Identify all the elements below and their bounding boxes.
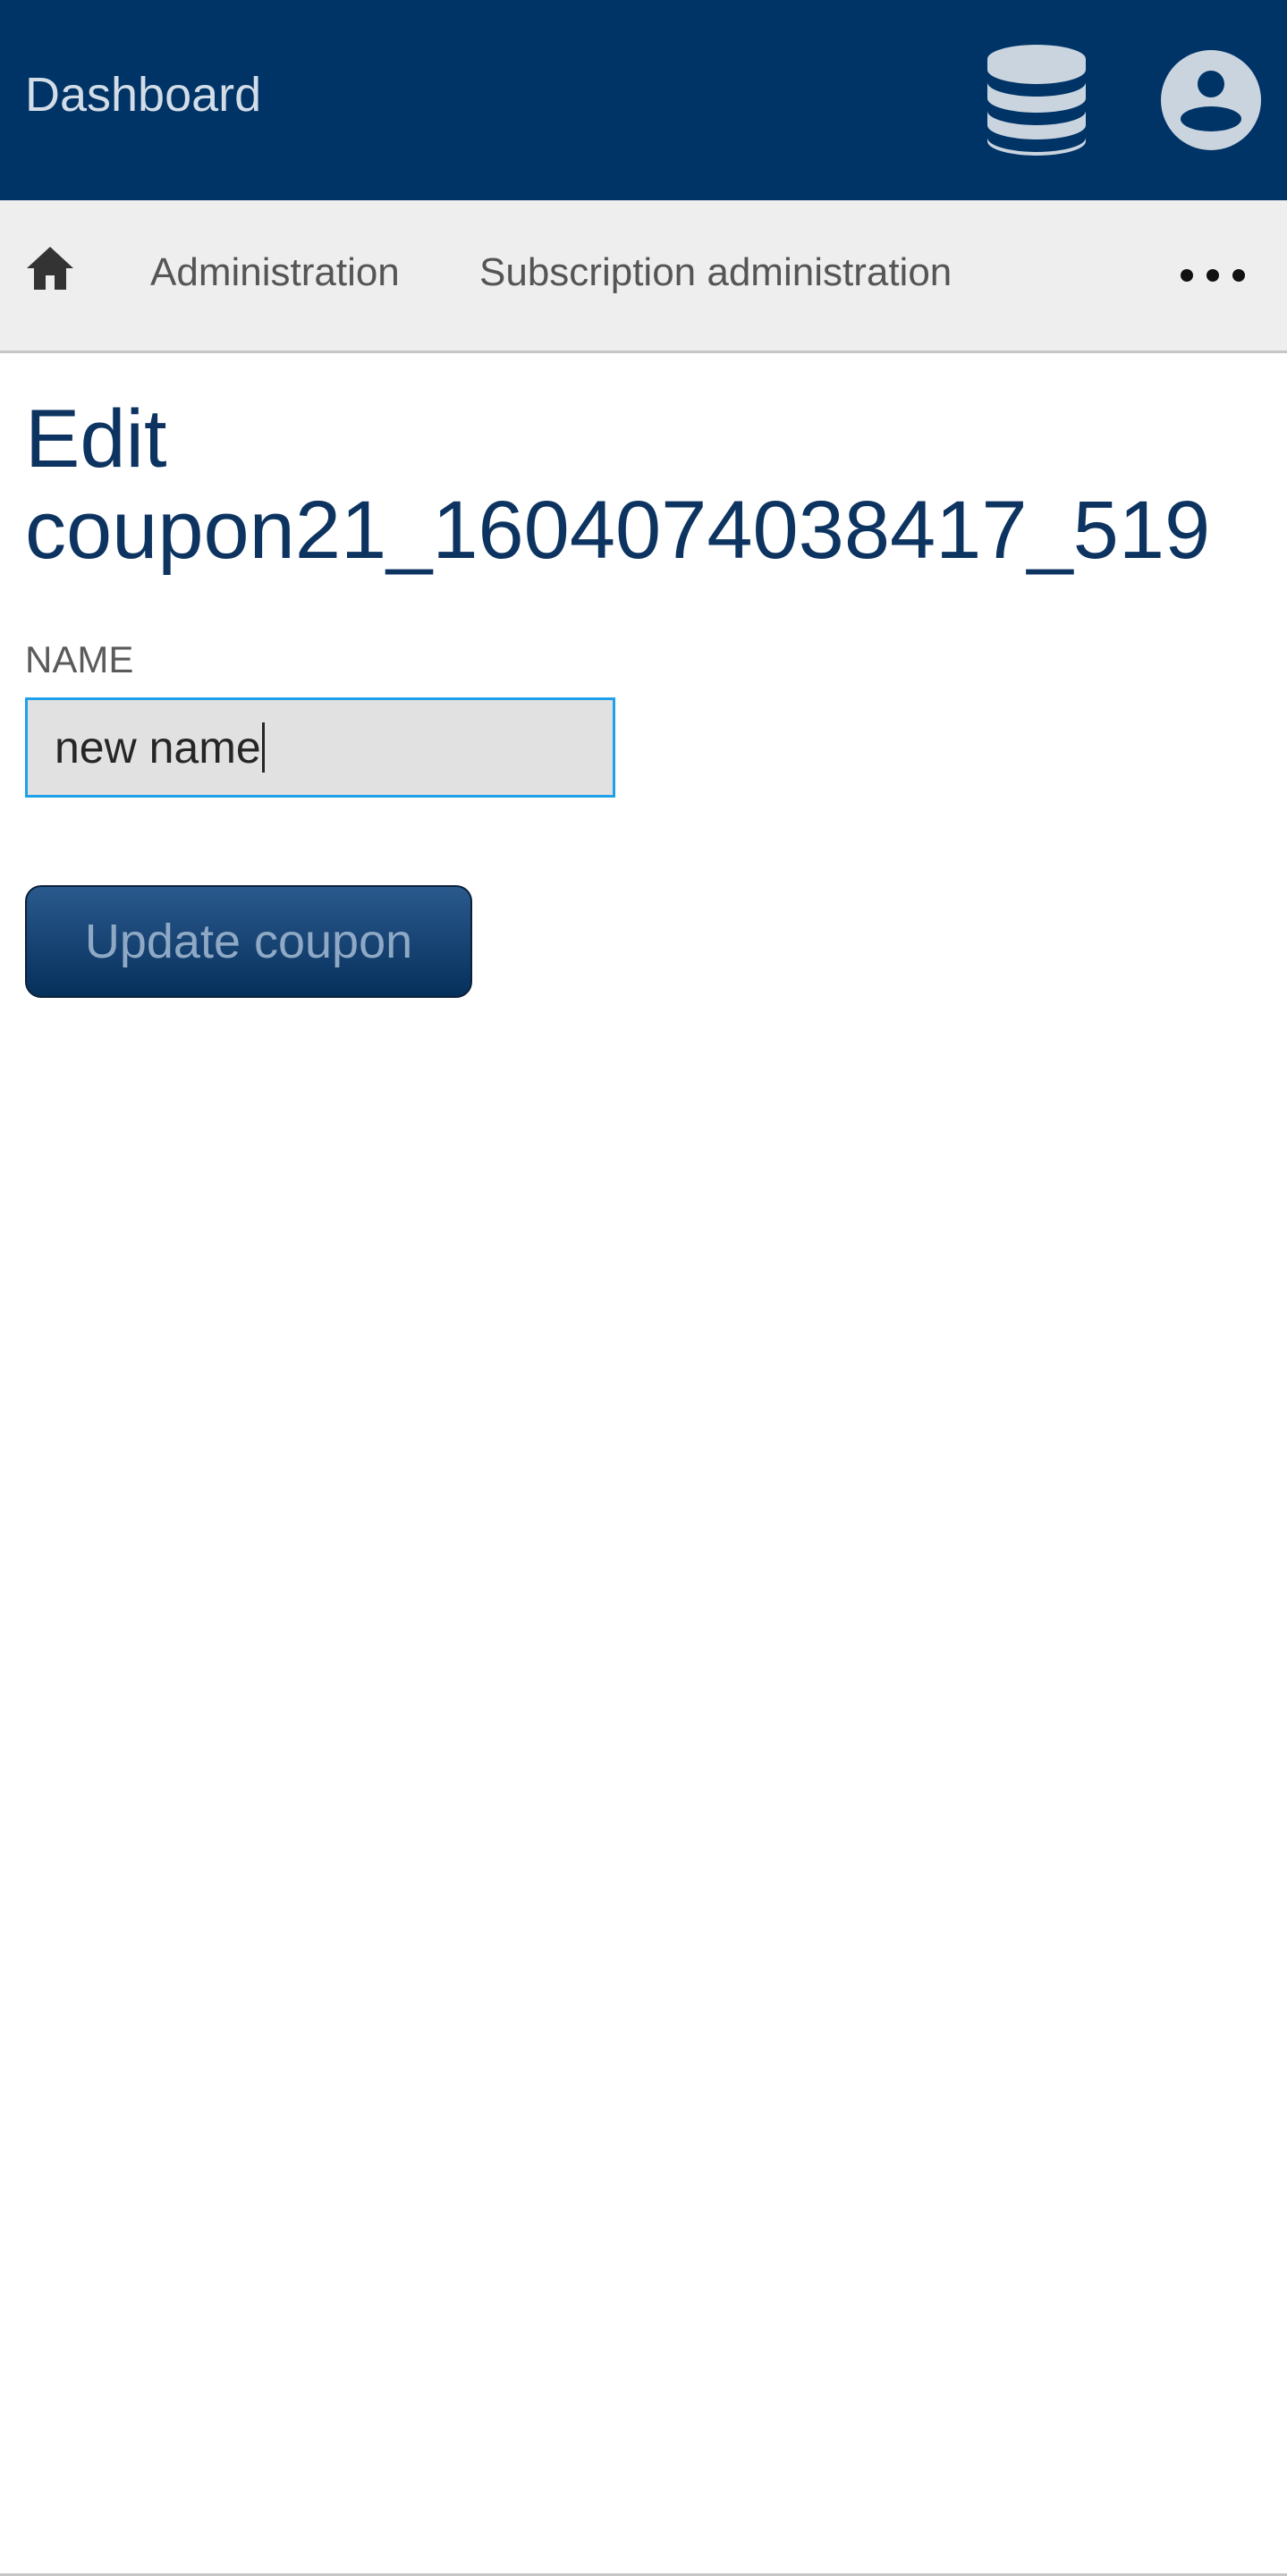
nav-item-administration[interactable]: Administration — [150, 248, 400, 298]
name-input[interactable] — [25, 697, 615, 798]
nav-item-subscription-administration[interactable]: Subscription administration — [479, 248, 952, 298]
home-icon[interactable] — [25, 245, 75, 291]
account-circle-icon[interactable] — [1159, 48, 1263, 152]
dashboard-link[interactable]: Dashboard — [25, 64, 261, 125]
page-title: Edit coupon21_1604074038417_519 — [25, 393, 1211, 576]
top-header: Dashboard — [0, 0, 1287, 200]
database-icon[interactable] — [984, 45, 1089, 156]
update-coupon-button[interactable]: Update coupon — [25, 885, 472, 998]
text-cursor — [262, 722, 265, 773]
name-field-label: NAME — [25, 638, 134, 680]
more-horizontal-icon[interactable] — [1177, 259, 1249, 291]
